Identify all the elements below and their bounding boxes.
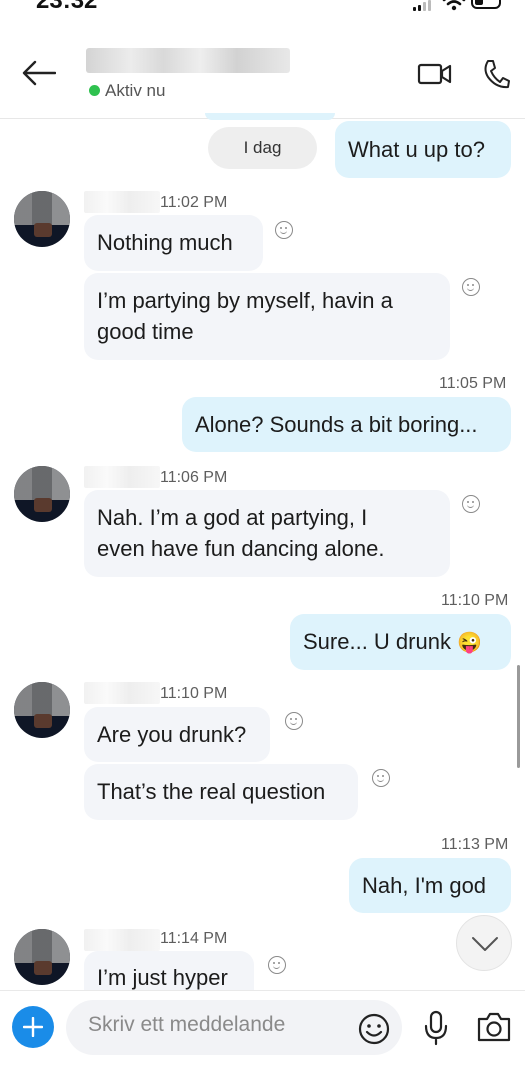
plus-icon (23, 1017, 43, 1037)
wifi-icon (442, 0, 466, 11)
incoming-message[interactable]: I’m partying by myself, havin a good tim… (84, 273, 450, 360)
message-time: 11:10 PM (441, 592, 509, 609)
scroll-to-bottom-button[interactable] (456, 915, 512, 971)
reaction-smiley-icon[interactable] (462, 278, 480, 296)
scrollbar[interactable] (517, 665, 520, 768)
online-status-dot (89, 85, 100, 96)
wink-tongue-emoji: 😜 (457, 632, 482, 654)
status-time: 23:32 (36, 0, 98, 14)
reaction-smiley-icon[interactable] (285, 712, 303, 730)
message-text: Sure... U drunk (303, 629, 451, 654)
message-time: 11:10 PM (160, 685, 228, 702)
reaction-smiley-icon[interactable] (462, 495, 480, 513)
outgoing-message[interactable]: Alone? Sounds a bit boring... (182, 397, 511, 452)
battery-icon (471, 0, 501, 9)
signal-icon (413, 0, 435, 11)
reaction-smiley-icon[interactable] (275, 221, 293, 239)
avatar[interactable] (14, 466, 70, 522)
message-text: Nothing much (97, 230, 233, 255)
camera-icon[interactable] (476, 1011, 512, 1043)
message-text-line: I’m partying by myself, havin a (97, 288, 393, 313)
day-separator: I dag (208, 127, 317, 169)
outgoing-message[interactable]: What u up to? (335, 121, 511, 178)
sender-name-blurred (84, 929, 160, 951)
outgoing-message[interactable]: Sure... U drunk 😜 (290, 614, 511, 670)
avatar[interactable] (14, 682, 70, 738)
reaction-smiley-icon[interactable] (268, 956, 286, 974)
day-label: I dag (243, 138, 282, 157)
back-arrow-icon[interactable] (22, 60, 56, 86)
message-time: 11:06 PM (160, 469, 228, 486)
message-text-line: good time (97, 319, 194, 344)
message-text: I’m just hyper (97, 965, 228, 990)
incoming-message[interactable]: Nah. I’m a god at partying, I even have … (84, 490, 450, 577)
sender-name-blurred (84, 191, 160, 213)
message-text: What u up to? (348, 137, 485, 162)
prev-message-edge (205, 113, 335, 120)
incoming-message[interactable]: Nothing much (84, 215, 263, 271)
outgoing-message[interactable]: Nah, I'm god (349, 858, 511, 913)
message-input[interactable]: Skriv ett meddelande (88, 1013, 285, 1037)
incoming-message[interactable]: That’s the real question (84, 764, 358, 820)
contact-status: Aktiv nu (105, 81, 166, 100)
contact-name-blurred[interactable] (86, 48, 290, 73)
message-time: 11:13 PM (441, 836, 509, 853)
reaction-smiley-icon[interactable] (372, 769, 390, 787)
incoming-message[interactable]: Are you drunk? (84, 707, 270, 762)
sender-name-blurred (84, 682, 160, 704)
emoji-icon[interactable] (358, 1013, 390, 1045)
message-time: 11:14 PM (160, 930, 228, 947)
message-text: Are you drunk? (97, 722, 247, 747)
message-text-line: even have fun dancing alone. (97, 536, 385, 561)
message-time: 11:02 PM (160, 194, 228, 211)
message-text: Nah, I'm god (362, 873, 487, 898)
add-attachment-button[interactable] (12, 1006, 54, 1048)
chevron-down-icon (472, 937, 498, 951)
message-time: 11:05 PM (439, 375, 507, 392)
video-call-icon[interactable] (417, 62, 453, 86)
sender-name-blurred (84, 466, 160, 488)
message-text: That’s the real question (97, 779, 326, 804)
avatar[interactable] (14, 929, 70, 985)
incoming-message[interactable]: I’m just hyper (84, 951, 254, 991)
phone-call-icon[interactable] (482, 58, 510, 90)
message-text-line: Nah. I’m a god at partying, I (97, 505, 368, 530)
microphone-icon[interactable] (423, 1010, 449, 1046)
avatar[interactable] (14, 191, 70, 247)
message-text: Alone? Sounds a bit boring... (195, 412, 478, 437)
